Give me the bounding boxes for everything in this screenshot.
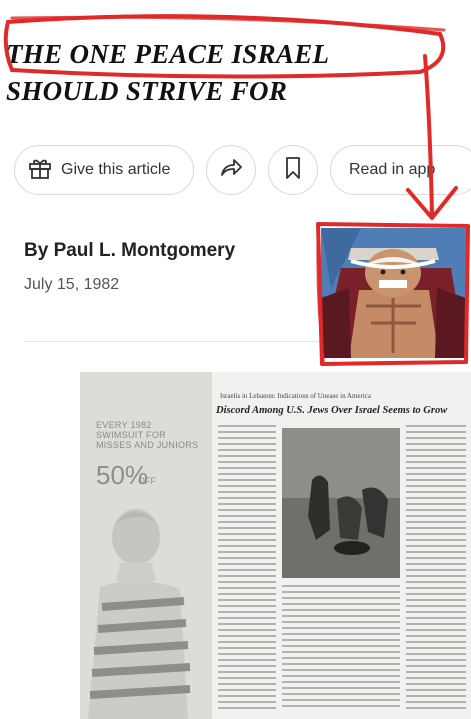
read-in-app-label: Read in app [349,161,436,178]
give-article-label: Give this article [61,161,171,178]
paper-headline: Discord Among U.S. Jews Over Israel Seem… [216,405,448,416]
newspaper-scan: EVERY 1982 SWIMSUIT FOR MISSES AND JUNIO… [80,372,471,719]
read-in-app-button[interactable]: Read in app [330,145,471,195]
newspaper-page: Israelis in Lebanon: Indications of Unea… [212,372,471,719]
headline-line-1: THE ONE PEACE ISRAEL [6,39,330,69]
headline-line-2: SHOULD STRIVE FOR [6,76,288,106]
publish-date: July 15, 1982 [24,276,120,293]
byline: By Paul L. Montgomery [24,240,236,261]
ad-text-line: SWIMSUIT FOR [96,430,166,440]
ad-text-line: MISSES AND JUNIORS [96,440,199,450]
ad-text-line: EVERY 1982 [96,420,152,430]
gift-icon [27,155,53,186]
save-button[interactable] [268,145,318,195]
paper-kicker: Israelis in Lebanon: Indications of Unea… [220,392,372,400]
swimsuit-ad: EVERY 1982 SWIMSUIT FOR MISSES AND JUNIO… [80,372,212,719]
give-article-button[interactable]: Give this article [14,145,194,195]
ad-text: EVERY 1982 SWIMSUIT FOR MISSES AND JUNIO… [96,420,198,450]
character-thumbnail [321,228,466,358]
share-icon [219,157,243,184]
divider [24,341,324,342]
headline: THE ONE PEACE ISRAEL SHOULD STRIVE FOR [6,36,406,110]
article-toolbar: Give this article Read in app [0,145,471,197]
bookmark-icon [284,156,302,185]
share-button[interactable] [206,145,256,195]
ad-off: OFF [138,476,156,486]
